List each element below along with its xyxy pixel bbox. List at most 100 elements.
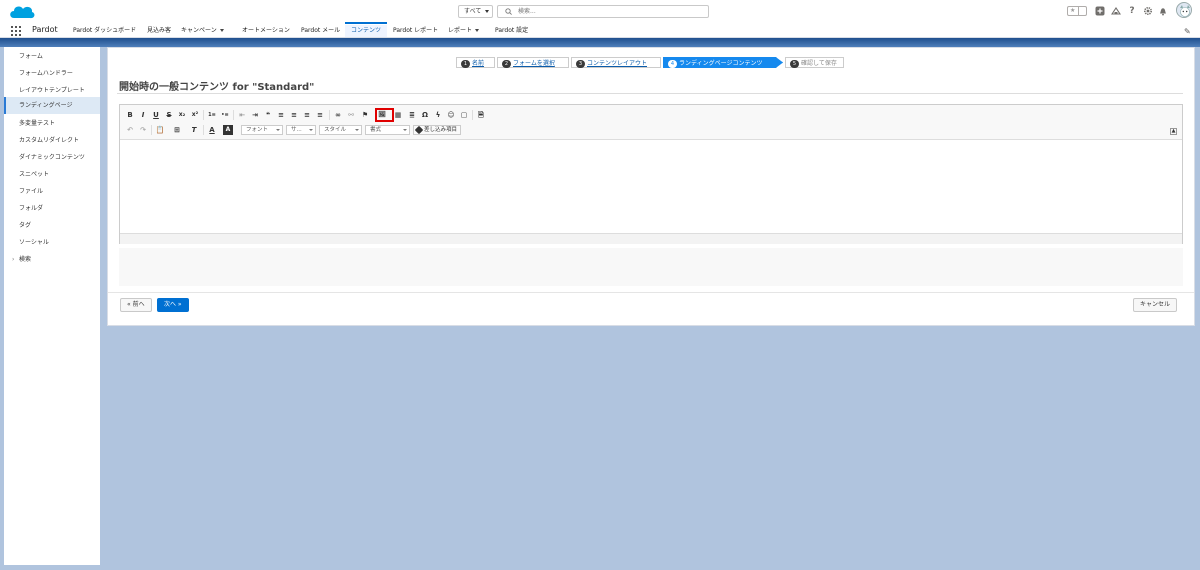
nav-tab-pardot-reports[interactable]: Pardot レポート bbox=[393, 25, 438, 37]
table-button[interactable]: ▦ bbox=[393, 110, 403, 120]
style-select[interactable]: スタイル bbox=[319, 125, 362, 135]
italic-button[interactable]: I bbox=[138, 110, 148, 120]
wizard-step-3[interactable]: 3 コンテンツレイアウト bbox=[571, 57, 661, 68]
app-name: Pardot bbox=[32, 25, 58, 34]
global-search-input[interactable]: 検索... bbox=[497, 5, 709, 18]
undo-icon[interactable]: ↶ bbox=[125, 125, 135, 135]
bulleted-list-button[interactable]: •≡ bbox=[220, 110, 230, 120]
align-center-button[interactable]: ≡ bbox=[289, 110, 299, 120]
salesforce-logo-icon[interactable] bbox=[8, 3, 36, 21]
sidebar-item-forms[interactable]: フォーム bbox=[4, 48, 100, 65]
text-color-icon[interactable]: A bbox=[207, 125, 217, 135]
sidebar-item-tags[interactable]: タグ bbox=[4, 217, 100, 234]
favorites-button[interactable]: ★ bbox=[1067, 6, 1087, 16]
toolbar-separator bbox=[329, 110, 330, 120]
wizard-step-2[interactable]: 2 フォームを選択 bbox=[497, 57, 569, 68]
chevron-down-icon bbox=[355, 129, 359, 131]
toolbar-separator bbox=[203, 110, 204, 120]
editor-footer-area bbox=[119, 248, 1183, 286]
special-char-button[interactable]: Ω bbox=[420, 110, 430, 120]
paste-icon[interactable]: 📋 bbox=[155, 125, 165, 135]
sidebar-item-search[interactable]: › 検索 bbox=[4, 251, 100, 268]
chevron-down-icon bbox=[309, 129, 313, 131]
wizard-steps: 1 名前 2 フォームを選択 3 コンテンツレイアウト 4 ランディングページコンテンツ… bbox=[456, 57, 846, 68]
nav-tab-campaigns[interactable]: キャンペーン bbox=[181, 25, 224, 37]
step-label: 名前 bbox=[472, 60, 485, 67]
subscript-button[interactable]: x₂ bbox=[177, 110, 187, 120]
favorites-list-chevron[interactable] bbox=[1078, 7, 1086, 15]
bold-button[interactable]: B bbox=[125, 110, 135, 120]
sidebar-item-form-handlers[interactable]: フォームハンドラー bbox=[4, 65, 100, 82]
toolbar-separator bbox=[203, 125, 204, 135]
step-number: 5 bbox=[790, 60, 799, 68]
sidebar-item-label: カスタムリダイレクト bbox=[19, 137, 80, 144]
sidebar-item-folders[interactable]: フォルダ bbox=[4, 200, 100, 217]
flash-button[interactable]: ϟ bbox=[433, 110, 443, 120]
source-button[interactable]: 🗎 bbox=[476, 110, 486, 120]
sidebar-item-dynamic-content[interactable]: ダイナミックコンテンツ bbox=[4, 149, 100, 166]
notifications-bell-icon[interactable] bbox=[1158, 6, 1168, 16]
unlink-button[interactable]: ⚯ bbox=[346, 110, 356, 120]
strikethrough-button[interactable]: S bbox=[164, 110, 174, 120]
emoticon-button[interactable]: ☺ bbox=[446, 110, 456, 120]
sidebar-item-custom-redirects[interactable]: カスタムリダイレクト bbox=[4, 132, 100, 149]
remove-format-icon[interactable]: T bbox=[189, 125, 199, 135]
numbered-list-button[interactable]: 1≡ bbox=[207, 110, 217, 120]
align-left-button[interactable]: ≡ bbox=[276, 110, 286, 120]
sidebar-item-label: ダイナミックコンテンツ bbox=[19, 154, 85, 161]
sidebar-item-snippets[interactable]: スニペット bbox=[4, 166, 100, 183]
nav-tab-label: Pardot メール bbox=[301, 27, 341, 34]
nav-tab-pardot-email[interactable]: Pardot メール bbox=[301, 25, 340, 37]
outdent-button[interactable]: ⇤ bbox=[237, 110, 247, 120]
wizard-step-1[interactable]: 1 名前 bbox=[456, 57, 495, 68]
sidebar-item-label: ソーシャル bbox=[19, 239, 49, 246]
next-button[interactable]: 次へ » bbox=[157, 298, 189, 312]
font-size-select[interactable]: サ... bbox=[286, 125, 316, 135]
user-avatar[interactable] bbox=[1176, 2, 1192, 18]
merge-field-button[interactable]: 差し込み項目 bbox=[413, 125, 462, 135]
indent-button[interactable]: ⇥ bbox=[250, 110, 260, 120]
horizontal-line-button[interactable]: ≣ bbox=[407, 110, 417, 120]
add-icon[interactable] bbox=[1095, 6, 1105, 16]
format-select[interactable]: 書式 bbox=[365, 125, 410, 135]
paste-text-icon[interactable]: ⊞ bbox=[172, 125, 182, 135]
align-right-button[interactable]: ≡ bbox=[302, 110, 312, 120]
content-sidebar: フォーム フォームハンドラー レイアウトテンプレート ランディングページ 多変量… bbox=[4, 47, 100, 565]
edit-nav-pencil-icon[interactable]: ✎ bbox=[1184, 27, 1191, 36]
iframe-button[interactable]: ▢ bbox=[459, 110, 469, 120]
trailhead-icon[interactable] bbox=[1110, 6, 1122, 16]
help-icon[interactable]: ? bbox=[1127, 6, 1137, 16]
font-select[interactable]: フォント bbox=[241, 125, 283, 135]
collapse-toolbar-icon[interactable]: ▲ bbox=[1170, 128, 1177, 135]
underline-button[interactable]: U bbox=[151, 110, 161, 120]
nav-tab-automation[interactable]: オートメーション bbox=[242, 25, 290, 37]
sidebar-item-multivariate-tests[interactable]: 多変量テスト bbox=[4, 115, 100, 132]
step-number: 3 bbox=[576, 60, 585, 68]
nav-tab-label: コンテンツ bbox=[351, 27, 382, 34]
chevron-down-icon[interactable] bbox=[475, 29, 480, 32]
nav-active-indicator bbox=[345, 22, 387, 24]
app-launcher-icon[interactable] bbox=[11, 26, 21, 36]
sidebar-item-files[interactable]: ファイル bbox=[4, 183, 100, 200]
link-button[interactable]: ∞ bbox=[333, 110, 343, 120]
nav-tab-reports[interactable]: レポート bbox=[448, 25, 480, 37]
background-color-icon[interactable]: A bbox=[223, 125, 233, 135]
nav-tab-content[interactable]: コンテンツ bbox=[345, 25, 388, 37]
nav-tab-prospects[interactable]: 見込み客 bbox=[147, 25, 171, 37]
cancel-button[interactable]: キャンセル bbox=[1133, 298, 1178, 312]
image-button-highlight bbox=[375, 108, 394, 122]
nav-tab-pardot-dashboard[interactable]: Pardot ダッシュボード bbox=[73, 25, 136, 37]
wizard-step-4[interactable]: 4 ランディングページコンテンツ bbox=[663, 57, 783, 68]
prev-button[interactable]: « 前へ bbox=[120, 298, 152, 312]
chevron-down-icon[interactable] bbox=[219, 29, 224, 32]
sidebar-item-landing-pages[interactable]: ランディングページ bbox=[4, 97, 100, 114]
redo-icon[interactable]: ↷ bbox=[138, 125, 148, 135]
search-scope-select[interactable]: すべて bbox=[458, 5, 493, 18]
nav-tab-pardot-settings[interactable]: Pardot 設定 bbox=[495, 25, 528, 37]
sidebar-item-social[interactable]: ソーシャル bbox=[4, 234, 100, 251]
setup-gear-icon[interactable] bbox=[1143, 6, 1153, 16]
blockquote-button[interactable]: ❝ bbox=[263, 110, 273, 120]
superscript-button[interactable]: x² bbox=[190, 110, 200, 120]
justify-button[interactable]: ≡ bbox=[315, 110, 325, 120]
anchor-button[interactable]: ⚑ bbox=[360, 110, 370, 120]
